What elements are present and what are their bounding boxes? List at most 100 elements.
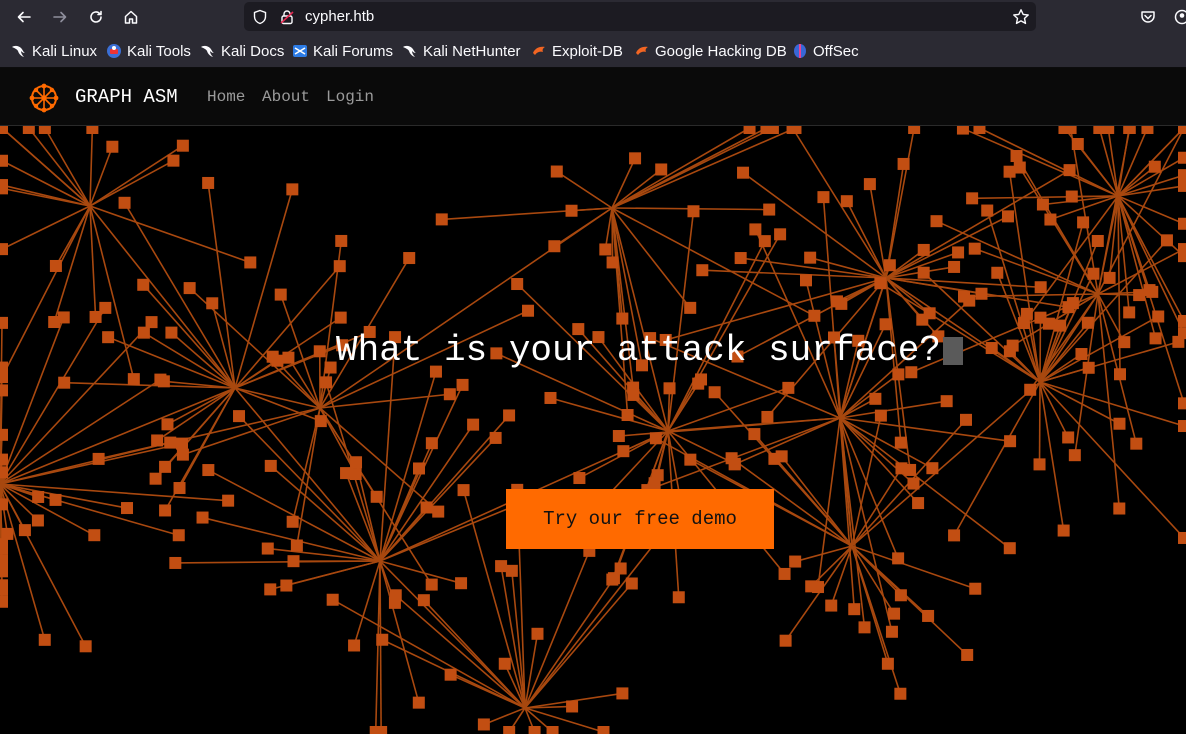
- graph-node: [930, 215, 943, 228]
- brand-name[interactable]: GRAPH ASM: [75, 86, 178, 108]
- graph-node: [1091, 234, 1104, 247]
- graph-node: [118, 196, 131, 209]
- bookmark-kali-forums[interactable]: Kali Forums: [292, 42, 393, 60]
- bookmark-kali-tools[interactable]: Kali Tools: [106, 42, 191, 60]
- tracking-shield-icon[interactable]: [252, 9, 268, 25]
- bookmark-offsec[interactable]: OffSec: [792, 42, 859, 60]
- graph-node: [244, 256, 257, 269]
- graph-edge: [98, 407, 321, 460]
- graph-node: [616, 312, 629, 325]
- graph-node: [573, 472, 586, 485]
- nav-link-login[interactable]: Login: [326, 88, 374, 106]
- graph-node: [1178, 420, 1186, 433]
- graph-node: [18, 524, 31, 537]
- graph-node: [883, 259, 896, 272]
- kali-tools-icon: [107, 44, 121, 58]
- bookmark-exploit-db[interactable]: Exploit-DB: [531, 42, 623, 60]
- graph-node: [737, 166, 750, 179]
- graph-node: [1004, 435, 1017, 448]
- insecure-lock-icon[interactable]: [279, 9, 295, 25]
- bookmark-kali-nethunter[interactable]: Kali NetHunter: [402, 42, 521, 60]
- bookmark-kali-linux[interactable]: Kali Linux: [11, 42, 97, 60]
- graph-node: [778, 567, 791, 580]
- graph-node: [1123, 306, 1136, 319]
- graph-node: [825, 599, 838, 612]
- graph-node: [287, 555, 300, 568]
- graph-node: [1013, 161, 1026, 174]
- graph-node: [167, 154, 180, 167]
- home-icon[interactable]: [119, 5, 143, 29]
- graph-node: [1036, 198, 1049, 211]
- graph-node: [413, 462, 425, 475]
- graph-node: [222, 494, 235, 507]
- graph-node: [176, 139, 189, 152]
- graph-node: [313, 345, 326, 358]
- graph-node: [743, 126, 756, 134]
- pocket-icon[interactable]: [1136, 5, 1160, 29]
- graph-logo-icon[interactable]: [28, 82, 60, 114]
- graph-node: [31, 514, 44, 527]
- graph-node: [531, 627, 544, 640]
- graph-node: [1054, 319, 1067, 332]
- forward-arrow-icon[interactable]: [48, 5, 72, 29]
- nav-link-home[interactable]: Home: [207, 88, 245, 106]
- graph-node: [606, 573, 619, 586]
- graph-node: [477, 718, 490, 731]
- graph-node: [695, 373, 708, 386]
- graph-node: [848, 603, 861, 616]
- graph-node: [617, 445, 630, 458]
- back-arrow-icon[interactable]: [12, 5, 36, 29]
- graph-node: [749, 223, 762, 236]
- graph-node: [165, 326, 178, 339]
- url-text[interactable]: cypher.htb: [305, 8, 374, 25]
- graph-node: [159, 504, 172, 517]
- graph-edge: [89, 205, 251, 264]
- graph-node: [1003, 542, 1016, 555]
- bookmark-google-hacking-db[interactable]: Google Hacking DB: [634, 42, 787, 60]
- graph-node: [1071, 138, 1084, 151]
- graph-node: [708, 386, 721, 399]
- graph-edge: [0, 378, 161, 485]
- graph-node: [1065, 190, 1078, 203]
- graph-edge: [830, 545, 853, 606]
- graph-node: [264, 459, 277, 472]
- graph-node: [137, 278, 150, 291]
- offsec-icon: [794, 44, 806, 58]
- graph-node: [799, 274, 812, 287]
- graph-node: [566, 700, 579, 713]
- nav-link-about[interactable]: About: [262, 88, 310, 106]
- url-bar[interactable]: cypher.htb: [244, 2, 1036, 31]
- graph-node: [348, 639, 361, 652]
- free-demo-button[interactable]: Try our free demo: [506, 489, 774, 549]
- graph-node: [565, 204, 578, 217]
- bookmark-star-icon[interactable]: [1012, 8, 1030, 26]
- bookmark-kali-docs[interactable]: Kali Docs: [200, 42, 284, 60]
- graph-node: [333, 260, 346, 273]
- graph-node: [457, 484, 470, 497]
- graph-node: [969, 582, 982, 595]
- graph-node: [335, 234, 348, 247]
- graph-edge: [1, 187, 91, 207]
- graph-edge: [182, 407, 321, 456]
- graph-node: [874, 409, 887, 422]
- graph-edge: [1039, 325, 1061, 383]
- graph-node: [835, 297, 848, 310]
- graph-node: [0, 453, 8, 466]
- graph-node: [0, 316, 8, 329]
- graph-node: [1103, 271, 1116, 284]
- graph-edge: [353, 560, 381, 646]
- graph-edge: [379, 560, 382, 733]
- graph-node: [320, 376, 333, 389]
- graph-node: [761, 410, 774, 423]
- bookmark-label: Kali Forums: [313, 42, 394, 60]
- graph-node: [314, 415, 327, 428]
- reload-icon[interactable]: [84, 5, 108, 29]
- graph-node: [897, 157, 910, 170]
- graph-node: [370, 490, 383, 503]
- graph-node: [1081, 316, 1094, 329]
- graph-node: [274, 288, 287, 301]
- kali-dragon-icon: [201, 45, 214, 57]
- graph-node: [1113, 417, 1126, 430]
- graph-edge: [332, 599, 526, 709]
- account-icon[interactable]: [1170, 5, 1186, 29]
